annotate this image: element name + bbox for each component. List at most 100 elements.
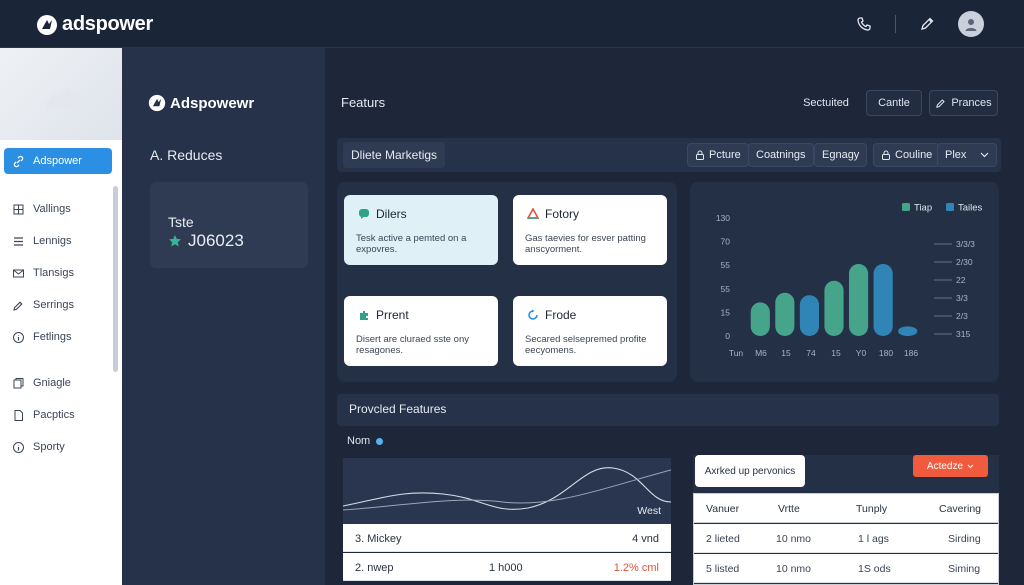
chip-coatnings[interactable]: Coatnings xyxy=(748,143,814,167)
feature-card[interactable]: Frode Secared selsepremed profite eecyom… xyxy=(513,296,667,366)
sidebar-item-tlansigs[interactable]: Tlansigs xyxy=(4,260,112,286)
pen-icon xyxy=(936,98,946,108)
feature-card[interactable]: Fotory Gas taevies for esver patting ans… xyxy=(513,195,667,265)
sidebar-item-vallings[interactable]: Vallings xyxy=(4,196,112,222)
section-title: Provcled Features xyxy=(349,402,447,416)
sidebar-item-label: Fetlings xyxy=(33,331,72,343)
page-title: Featurs xyxy=(341,95,386,110)
chip-couline[interactable]: Couline xyxy=(873,143,941,167)
sidebar-item-gniagle[interactable]: Gniagle xyxy=(4,370,112,396)
stat-card[interactable]: Tste J06023 xyxy=(150,182,308,268)
app-name: adspower xyxy=(62,13,153,35)
bar[interactable] xyxy=(873,264,893,336)
bar[interactable] xyxy=(898,326,918,336)
y-tick-label-right: 3/3/3 xyxy=(956,239,975,249)
chip-label: Pcture xyxy=(709,149,741,161)
refresh-icon xyxy=(528,309,538,320)
provided-table: West 3. Mickey 4 vnd 2. nwep 1 h000 1.2%… xyxy=(342,458,672,585)
column-header[interactable]: Vanuer xyxy=(706,503,739,515)
ranking-card-label: Axrked up pervonics xyxy=(704,465,796,477)
sidebar-item-label: Adspower xyxy=(33,155,82,167)
feature-title-row: Frode xyxy=(527,308,576,322)
sidebar-item-sporty[interactable]: Sporty xyxy=(4,434,112,460)
sidebar-item-label: Pacptics xyxy=(33,409,75,421)
pen-icon[interactable] xyxy=(914,11,940,37)
legend-swatch xyxy=(902,203,910,211)
column-header[interactable]: Tunply xyxy=(856,503,887,515)
sidebar-item-lennigs[interactable]: Lennigs xyxy=(4,228,112,254)
ranking-card[interactable]: Axrked up pervonics xyxy=(695,455,805,487)
x-tick-label: 180 xyxy=(879,348,893,358)
filter-toolbar: Dliete Marketigs Pcture Coatnings Egnagy… xyxy=(337,138,1001,172)
feature-card[interactable]: Dilers Tesk active a pemted on a expovre… xyxy=(344,195,498,265)
sidebar-item-fetlings[interactable]: Fetlings xyxy=(4,324,112,350)
prances-button[interactable]: Prances xyxy=(929,90,998,116)
y-tick-label: 15 xyxy=(721,307,731,317)
bar[interactable] xyxy=(848,264,869,336)
sidebar-item-pacptics[interactable]: Pacptics xyxy=(4,402,112,428)
cantle-button[interactable]: Cantle xyxy=(866,90,922,116)
bar[interactable] xyxy=(750,302,770,336)
y-tick-label: 55 xyxy=(721,284,731,294)
table-cell: Sirding xyxy=(948,533,981,545)
table-row[interactable]: 5 listed 10 nmo 1S ods Siming xyxy=(694,554,998,583)
bar[interactable] xyxy=(775,292,795,336)
secondary-button[interactable]: Sectuited xyxy=(793,90,859,116)
secondary-panel: Adspowewr A. Reduces Tste J06023 xyxy=(122,48,325,585)
chip-egnagy[interactable]: Egnagy xyxy=(814,143,868,167)
sidebar-item-adspower[interactable]: Adspower xyxy=(4,148,112,174)
feature-title-row: Prrent xyxy=(358,308,409,322)
table-header-row: Vanuer Vrtte Tunply Cavering xyxy=(694,494,998,523)
table-column-header: West xyxy=(637,505,661,517)
mascot-icon xyxy=(44,88,82,110)
bar[interactable] xyxy=(824,280,844,336)
sidebar-item-label: Tlansigs xyxy=(33,267,74,279)
ranking-panel: Axrked up pervonics Actedze Vanuer Vrtte… xyxy=(693,455,999,585)
chip-label: Coatnings xyxy=(756,149,806,161)
feature-desc: Tesk active a pemted on a expovres. xyxy=(356,233,467,255)
table-row[interactable]: 2. nwep 1 h000 1.2% cml xyxy=(343,553,671,581)
phone-icon[interactable] xyxy=(851,11,877,37)
y-tick-label: 70 xyxy=(721,237,731,247)
sidebar-item-label: Gniagle xyxy=(33,377,71,389)
table-row[interactable]: 2 lieted 10 nmo 1 l ags Sirding xyxy=(694,524,998,553)
y-tick-label-right: 315 xyxy=(956,329,970,339)
sidebar: Adspower Vallings Lennigs Tlansigs Serrings F… xyxy=(0,48,122,585)
sidebar-item-label: Vallings xyxy=(33,203,71,215)
app-logo[interactable]: adspower xyxy=(36,13,153,36)
features-panel: Dilers Tesk active a pemted on a expovre… xyxy=(337,182,677,382)
plex-dropdown[interactable]: Plex xyxy=(937,143,997,167)
sidebar-item-serrings[interactable]: Serrings xyxy=(4,292,112,318)
chart-legend: Nom xyxy=(347,435,384,447)
drive-icon xyxy=(527,208,539,219)
user-avatar-icon[interactable] xyxy=(958,11,984,37)
toolbar-title: Dliete Marketigs xyxy=(343,142,446,168)
secondary-logo: Adspowewr xyxy=(148,94,254,112)
actedze-button[interactable]: Actedze xyxy=(913,455,988,477)
bar[interactable] xyxy=(799,295,820,336)
table-cell: 1 l ags xyxy=(858,533,889,545)
bar-chart-panel: 130 70 55 55 15 0 3/3/3 2/30 22 3/3 2/3 315 Tun M6 15 7… xyxy=(690,182,999,382)
table-cell: 10 nmo xyxy=(776,533,812,545)
actedze-button-label: Actedze xyxy=(926,460,964,472)
star-icon xyxy=(169,235,181,247)
panel-title: A. Reduces xyxy=(150,147,223,163)
stat-value-row: J06023 xyxy=(168,231,244,251)
edit-icon xyxy=(13,300,23,311)
top-bar: adspower xyxy=(0,0,1024,48)
page-icon xyxy=(14,409,23,421)
table-row[interactable]: 3. Mickey 4 vnd xyxy=(343,524,671,552)
feature-card[interactable]: Prrent Disert are cluraed sste ony resag… xyxy=(344,296,498,366)
chat-icon xyxy=(359,209,369,219)
chip-picture[interactable]: Pcture xyxy=(687,143,749,167)
feature-title: Prrent xyxy=(376,308,409,322)
adspower-logo-icon xyxy=(148,94,166,112)
row-name: 3. Mickey xyxy=(355,533,402,545)
sidebar-scrollbar[interactable] xyxy=(113,186,118,372)
chip-label: Egnagy xyxy=(822,149,860,161)
column-header[interactable]: Cavering xyxy=(939,503,981,515)
column-header[interactable]: Vrtte xyxy=(778,503,800,515)
list-icon xyxy=(14,236,23,246)
prances-button-label: Prances xyxy=(951,97,992,109)
feature-desc: Disert are cluraed sste ony resagones. xyxy=(356,334,469,356)
